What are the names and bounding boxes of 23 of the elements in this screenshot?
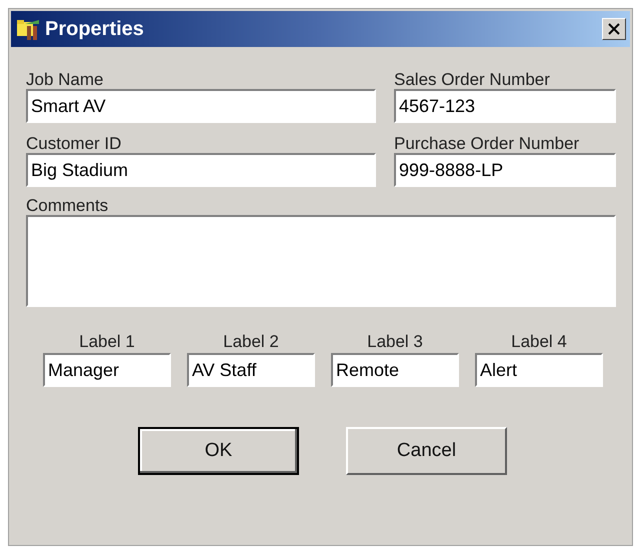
field-label: Label 3 [367, 331, 423, 353]
dialog-button[interactable]: OK [138, 427, 299, 475]
field-label: Label 4 [511, 331, 567, 353]
text-field[interactable]: Big Stadium [26, 153, 376, 187]
comments-field[interactable] [26, 215, 616, 307]
window-title: Properties [45, 17, 145, 42]
field-label: Label 2 [223, 331, 279, 353]
text-field[interactable]: AV Staff [187, 353, 315, 387]
field-label: Sales Order Number [394, 69, 551, 89]
text-field[interactable]: Alert [475, 353, 603, 387]
text-field[interactable]: Smart AV [26, 89, 376, 123]
field-label: Job Name [26, 69, 104, 89]
field-label: Customer ID [26, 133, 122, 153]
close-icon [608, 23, 620, 35]
text-field[interactable]: 4567-123 [394, 89, 616, 123]
field-label: Comments [26, 195, 110, 215]
close-button[interactable] [602, 18, 626, 40]
text-field[interactable]: 999-8888-LP [394, 153, 616, 187]
text-field[interactable]: Remote [331, 353, 459, 387]
field-label: Purchase Order Number [394, 133, 580, 153]
dialog-button[interactable]: Cancel [346, 427, 507, 475]
field-label: Label 1 [79, 331, 135, 353]
text-field[interactable]: Manager [43, 353, 171, 387]
